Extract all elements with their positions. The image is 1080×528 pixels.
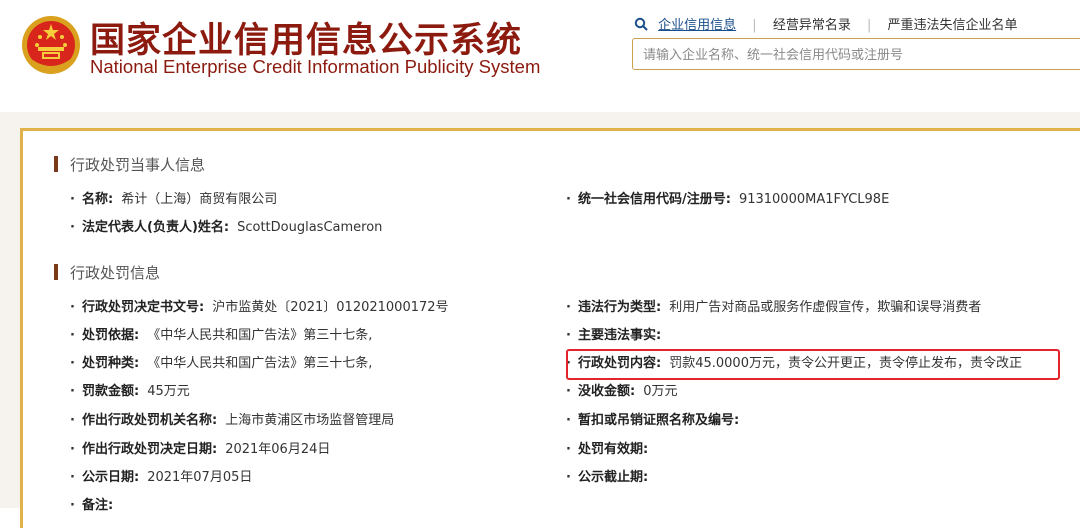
field-fine-amount: · 罚款金额: 45万元 — [70, 384, 190, 399]
nav-abnormal-list[interactable]: 经营异常名录 — [773, 14, 851, 33]
field-confiscation-amount: · 没收金额: 0万元 — [566, 384, 678, 399]
site-title-en: National Enterprise Credit Information P… — [90, 56, 541, 77]
field-penalty-type: · 处罚种类: 《中华人民共和国广告法》第三十七条, — [70, 356, 373, 371]
field-authority-name: · 作出行政处罚机关名称: 上海市黄浦区市场监督管理局 — [70, 413, 395, 428]
field-decision-date: · 作出行政处罚决定日期: 2021年06月24日 — [70, 442, 331, 457]
field-violation-type: · 违法行为类型: 利用广告对商品或服务作虚假宣传，欺骗和误导消费者 — [566, 300, 982, 315]
party-section-title: 行政处罚当事人信息 — [54, 156, 205, 174]
nav-divider: | — [866, 18, 872, 33]
nav-serious-violation-list[interactable]: 严重违法失信企业名单 — [888, 14, 1018, 33]
search-box — [632, 38, 1080, 70]
search-input[interactable] — [641, 40, 1065, 70]
field-publicity-end-date: · 公示截止期: — [566, 470, 649, 485]
penalty-content-highlight — [566, 349, 1060, 380]
search-icon — [634, 17, 648, 31]
field-decision-number: · 行政处罚决定书文号: 沪市监黄处〔2021〕012021000172号 — [70, 300, 449, 315]
field-name: · 名称: 希计（上海）商贸有限公司 — [70, 192, 278, 207]
section-bar — [54, 156, 58, 172]
page-header: 国家企业信用信息公示系统 National Enterprise Credit … — [0, 0, 1080, 112]
field-publicity-date: · 公示日期: 2021年07月05日 — [70, 470, 253, 485]
nav-divider: | — [752, 18, 757, 33]
nav-enterprise-credit[interactable]: 企业信用信息 — [658, 14, 736, 33]
penalty-section-title: 行政处罚信息 — [54, 264, 160, 282]
field-remarks: · 备注: — [70, 498, 114, 513]
national-emblem-icon — [22, 16, 80, 74]
field-legal-representative: · 法定代表人(负责人)姓名: ScottDouglasCameron — [70, 220, 383, 235]
field-penalty-validity: · 处罚有效期: — [566, 442, 649, 457]
field-penalty-basis: · 处罚依据: 《中华人民共和国广告法》第三十七条, — [70, 328, 373, 343]
section-bar — [54, 264, 58, 280]
top-nav: 企业信用信息 | 经营异常名录 | 严重违法失信企业名单 — [634, 14, 1018, 33]
field-main-facts: · 主要违法事实: — [566, 328, 662, 343]
field-license-revocation: · 暂扣或吊销证照名称及编号: — [566, 413, 740, 428]
field-credit-code: · 统一社会信用代码/注册号: 91310000MA1FYCL98E — [566, 192, 890, 207]
